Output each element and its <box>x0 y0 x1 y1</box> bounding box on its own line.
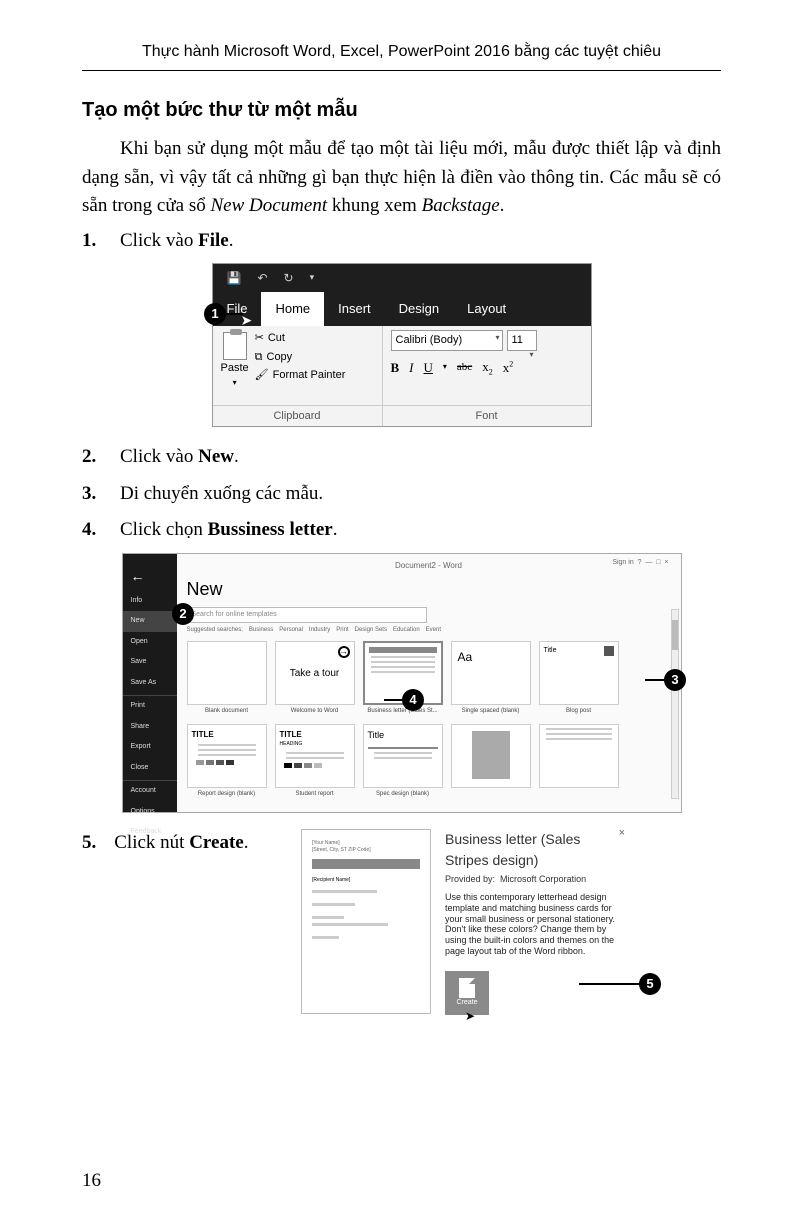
format-painter-button[interactable]: 🖌Format Painter <box>255 367 346 384</box>
scissors-icon: ✂ <box>255 330 264 347</box>
template-preview: [Your Name][Street, City, ST ZIP Code] [… <box>301 829 431 1014</box>
callout-4: 4 <box>402 689 424 711</box>
sidebar-item-info[interactable]: Info <box>123 591 177 612</box>
suggest-link[interactable]: Business <box>249 626 273 635</box>
signin-link[interactable]: Sign in ? — □ × <box>612 558 668 569</box>
ribbon-tabs: File ➤ Home Insert Design Layout <box>213 292 591 326</box>
arrow-icon: → <box>338 646 350 658</box>
callout-1: 1 <box>204 303 226 325</box>
figure-new-screen: 2 3 4 ← Info New Open Save Save As Print… <box>82 553 721 813</box>
new-heading: New <box>187 576 671 603</box>
sidebar-item-saveas[interactable]: Save As <box>123 673 177 694</box>
copy-button[interactable]: ⧉Copy <box>255 349 346 366</box>
suggest-link[interactable]: Personal <box>279 626 303 635</box>
undo-icon[interactable]: ↶ <box>257 269 267 287</box>
template-img[interactable] <box>451 724 531 799</box>
quick-access-toolbar[interactable]: 💾 ↶ ↻ ▾ <box>213 264 591 292</box>
template-blog-post[interactable]: Title Blog post <box>539 641 619 716</box>
paste-button[interactable]: Paste ▾ <box>219 330 251 391</box>
sidebar-item-options[interactable]: Options <box>123 802 177 823</box>
callout-3: 3 <box>664 669 686 691</box>
superscript-button[interactable]: x2 <box>503 358 514 378</box>
step-4: 4. Click chọn Bussiness letter. <box>82 516 721 545</box>
document-icon <box>459 978 475 998</box>
qat-dropdown-icon[interactable]: ▾ <box>310 271 315 285</box>
figure-ribbon: 1 💾 ↶ ↻ ▾ File ➤ Home Insert Design Layo… <box>82 263 721 427</box>
intro-paragraph: Khi bạn sử dụng một mẫu để tạo một tài l… <box>82 135 721 221</box>
bold-button[interactable]: B <box>391 358 400 378</box>
image-icon <box>604 646 614 656</box>
paste-icon <box>223 332 247 360</box>
sidebar-item-account[interactable]: Account <box>123 781 177 802</box>
template-report[interactable]: TITLE Report design (blank) <box>187 724 267 799</box>
photo-icon <box>472 731 510 779</box>
page-header: Thực hành Microsoft Word, Excel, PowerPo… <box>82 40 721 71</box>
cursor-icon: ➤ <box>465 1007 475 1025</box>
step-5-number: 5. <box>82 829 96 858</box>
window-title: Document2 - Word <box>187 560 671 572</box>
italic-button[interactable]: I <box>409 358 413 378</box>
step-2: 2. Click vào New. <box>82 443 721 472</box>
suggest-link[interactable]: Print <box>336 626 348 635</box>
font-size-select[interactable]: 11 <box>507 330 537 351</box>
tab-insert[interactable]: Insert <box>324 292 385 326</box>
callout-2: 2 <box>172 603 194 625</box>
tab-layout[interactable]: Layout <box>453 292 520 326</box>
brush-icon: 🖌 <box>255 367 269 384</box>
font-name-select[interactable]: Calibri (Body) <box>391 330 503 351</box>
suggest-link[interactable]: Industry <box>309 626 330 635</box>
create-button[interactable]: Create ➤ <box>445 971 489 1015</box>
suggest-link[interactable]: Design Sets <box>355 626 387 635</box>
backstage-sidebar: ← Info New Open Save Save As Print Share… <box>123 554 177 812</box>
tab-design[interactable]: Design <box>385 292 453 326</box>
template-student-report[interactable]: TITLE HEADING Student report <box>275 724 355 799</box>
clipboard-group-label: Clipboard <box>213 405 382 427</box>
paste-dropdown-icon[interactable]: ▾ <box>233 377 237 389</box>
strike-button[interactable]: abc <box>457 359 472 376</box>
suggest-link[interactable]: Event <box>426 626 441 635</box>
step-1: 1. Click vào File. <box>82 227 721 256</box>
template-description: Use this contemporary letterhead design … <box>445 892 625 957</box>
sidebar-item-feedback[interactable]: Feedback <box>123 822 177 843</box>
redo-icon[interactable]: ↻ <box>284 269 294 287</box>
sidebar-item-print[interactable]: Print <box>123 696 177 717</box>
scrollbar-thumb[interactable] <box>672 620 678 650</box>
step-3: 3. Di chuyển xuống các mẫu. <box>82 480 721 509</box>
sidebar-item-close[interactable]: Close <box>123 758 177 779</box>
template-other[interactable] <box>539 724 619 799</box>
sidebar-item-export[interactable]: Export <box>123 737 177 758</box>
scrollbar[interactable] <box>671 609 679 799</box>
copy-icon: ⧉ <box>255 349 263 366</box>
sidebar-item-share[interactable]: Share <box>123 717 177 738</box>
underline-button[interactable]: U <box>424 358 433 378</box>
save-icon[interactable]: 💾 <box>227 269 242 287</box>
template-provider: Provided by: Microsoft Corporation <box>445 873 625 887</box>
callout-5: 5 <box>639 973 661 995</box>
template-spec[interactable]: Title Spec design (blank) <box>363 724 443 799</box>
template-welcome[interactable]: → Take a tour Welcome to Word <box>275 641 355 716</box>
sidebar-item-new[interactable]: New <box>123 611 177 632</box>
page-number: 16 <box>82 1167 101 1196</box>
sidebar-item-open[interactable]: Open <box>123 632 177 653</box>
back-button[interactable]: ← <box>123 562 177 591</box>
template-search-input[interactable]: Search for online templates <box>187 607 427 624</box>
subscript-button[interactable]: x2 <box>482 357 493 379</box>
template-single-spaced[interactable]: Aa Single spaced (blank) <box>451 641 531 716</box>
close-icon[interactable]: × <box>619 825 625 842</box>
sidebar-item-save[interactable]: Save <box>123 652 177 673</box>
suggest-link[interactable]: Education <box>393 626 420 635</box>
suggested-searches: Suggested searches: Business Personal In… <box>187 626 671 635</box>
template-blank[interactable]: Blank document <box>187 641 267 716</box>
figure-create-dialog: [Your Name][Street, City, ST ZIP Code] [… <box>301 829 625 1015</box>
template-title: Business letter (Sales Stripes design) <box>445 829 625 871</box>
section-title: Tạo một bức thư từ một mẫu <box>82 95 721 125</box>
font-group-label: Font <box>383 405 591 427</box>
tab-home[interactable]: Home <box>261 292 324 326</box>
cut-button[interactable]: ✂Cut <box>255 330 346 347</box>
